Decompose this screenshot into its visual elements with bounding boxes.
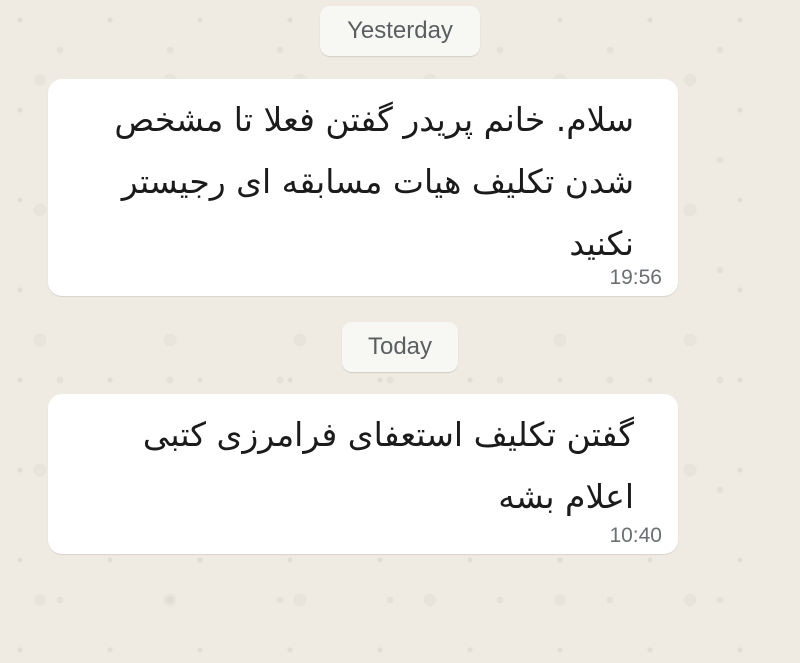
- message-line: سلام. خانم پریدر گفتن فعلا تا مشخص: [114, 100, 634, 139]
- message-text: گفتن تکلیف استعفای فرامرزی کتبی اعلام بش…: [64, 404, 634, 528]
- message-line: شدن تکلیف هیات مسابقه ای رجیستر: [121, 162, 634, 201]
- message-timestamp: 10:40: [609, 524, 662, 547]
- message-line: نکنید: [569, 224, 634, 263]
- message-line: اعلام بشه: [498, 477, 634, 516]
- message-text: سلام. خانم پریدر گفتن فعلا تا مشخص شدن ت…: [64, 89, 634, 275]
- chat-area: Yesterday سلام. خانم پریدر گفتن فعلا تا …: [0, 0, 800, 663]
- message-bubble[interactable]: سلام. خانم پریدر گفتن فعلا تا مشخص شدن ت…: [48, 79, 678, 296]
- message-timestamp: 19:56: [609, 266, 662, 289]
- date-chip-today: Today: [342, 322, 458, 372]
- message-bubble[interactable]: گفتن تکلیف استعفای فرامرزی کتبی اعلام بش…: [48, 394, 678, 554]
- message-line: گفتن تکلیف استعفای فرامرزی کتبی: [142, 415, 634, 454]
- date-chip-yesterday: Yesterday: [320, 6, 480, 56]
